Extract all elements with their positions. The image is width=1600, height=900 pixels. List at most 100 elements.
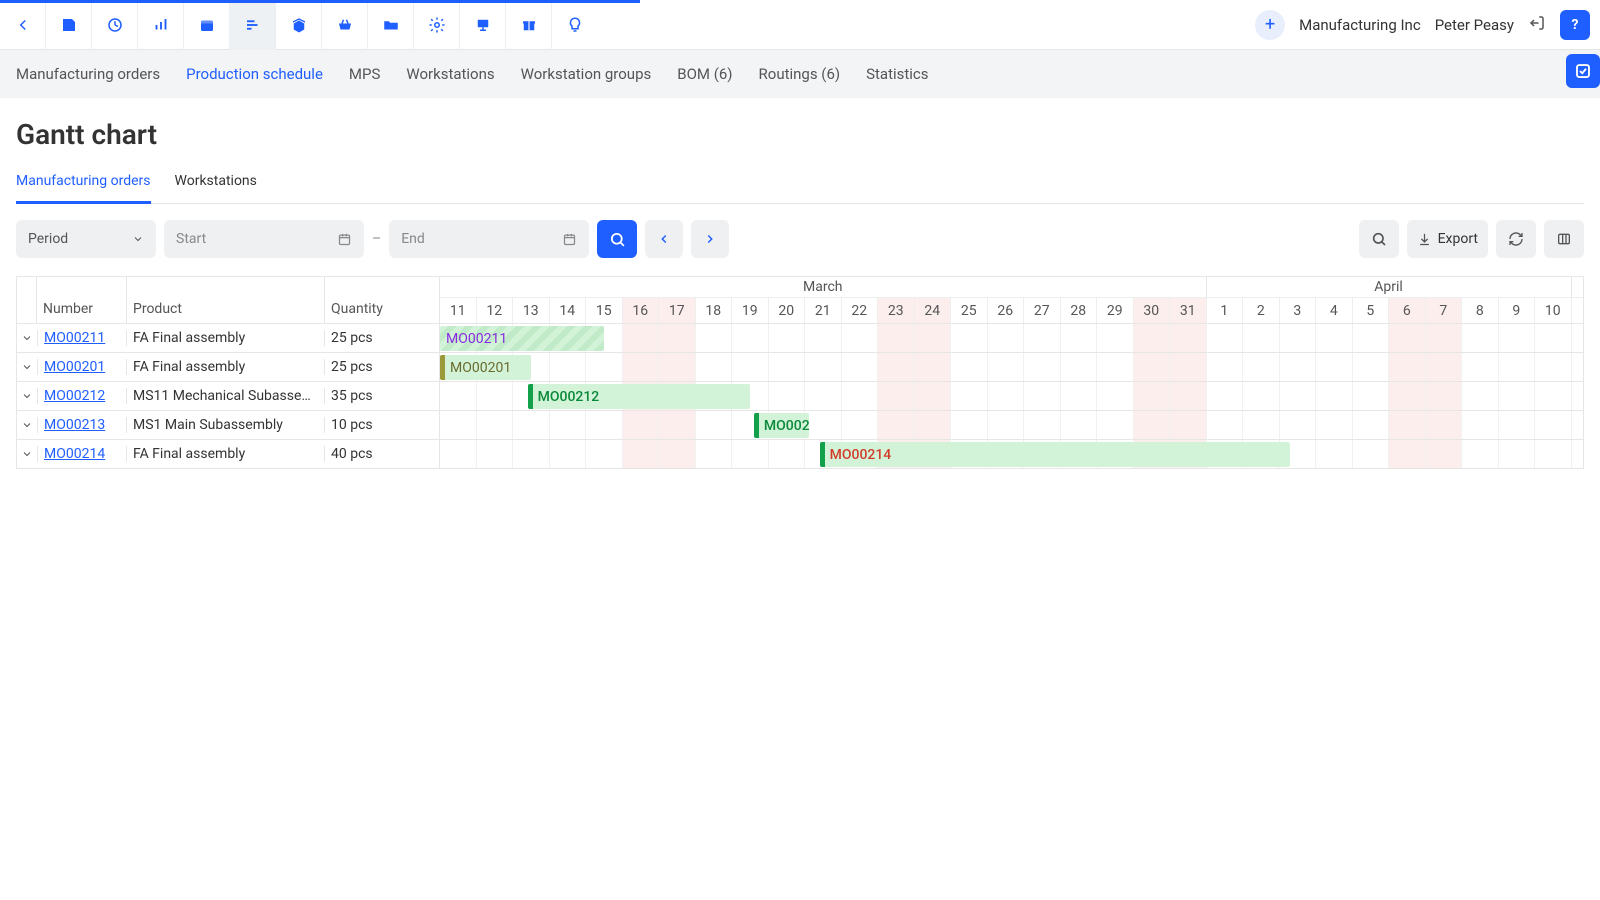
gantt-bar[interactable]: MO00213 (754, 413, 809, 438)
next-button[interactable] (691, 220, 729, 258)
gift-icon[interactable] (506, 0, 552, 50)
folder-icon[interactable] (368, 0, 414, 50)
end-date-input[interactable]: End (389, 220, 589, 258)
gantt-bar[interactable]: MO00212 (528, 384, 751, 409)
dashboard-icon[interactable] (92, 0, 138, 50)
day-header: 16 (623, 298, 660, 323)
expand-toggle[interactable] (17, 419, 37, 431)
calendar-icon (562, 232, 577, 247)
qty-cell: 40 pcs (325, 446, 439, 462)
start-placeholder: Start (176, 231, 206, 247)
tasks-floating-button[interactable] (1566, 54, 1600, 88)
day-header: 23 (878, 298, 915, 323)
gantt-left-panel: Number Product Quantity MO00211 FA Final… (17, 277, 440, 468)
gantt-bar-label: MO00201 (450, 360, 511, 376)
chevron-down-icon (132, 233, 144, 245)
prev-button[interactable] (645, 220, 683, 258)
day-header: 11 (440, 298, 477, 323)
page-title: Gantt chart (16, 118, 1584, 151)
back-button[interactable] (0, 0, 46, 50)
refresh-button[interactable] (1496, 220, 1536, 258)
day-header: 27 (1024, 298, 1061, 323)
order-link[interactable]: MO00213 (44, 417, 105, 433)
day-header: 28 (1061, 298, 1098, 323)
expand-toggle[interactable] (17, 361, 37, 373)
calendar-icon[interactable] (184, 0, 230, 50)
day-header: 12 (477, 298, 514, 323)
day-header: 24 (915, 298, 952, 323)
day-header: 20 (769, 298, 806, 323)
gantt-row: MO00201 (440, 352, 1583, 381)
product-cell: FA Final assembly (127, 330, 325, 346)
order-link[interactable]: MO00211 (44, 330, 105, 346)
logout-icon[interactable] (1528, 14, 1546, 36)
product-cell: MS1 Main Subassembly (127, 417, 325, 433)
display-icon[interactable] (460, 0, 506, 50)
inventory-icon[interactable] (276, 0, 322, 50)
subnav-item[interactable]: Manufacturing orders (16, 65, 160, 83)
expand-toggle[interactable] (17, 332, 37, 344)
search-button[interactable] (597, 220, 637, 258)
export-button[interactable]: Export (1407, 220, 1488, 258)
top-toolbar: + Manufacturing Inc Peter Peasy ? (0, 0, 1600, 50)
gantt-row: MO00212 (440, 381, 1583, 410)
month-header: March (440, 277, 1207, 297)
day-header: 10 (1535, 298, 1572, 323)
day-header: 1 (1207, 298, 1244, 323)
subnav-item[interactable]: MPS (349, 65, 380, 83)
day-header: 17 (659, 298, 696, 323)
day-header: 31 (1170, 298, 1207, 323)
order-link[interactable]: MO00214 (44, 446, 105, 462)
gantt-icon[interactable] (230, 0, 276, 50)
subnav-item[interactable]: Workstations (406, 65, 494, 83)
subnav-item[interactable]: Workstation groups (521, 65, 652, 83)
qty-cell: 10 pcs (325, 417, 439, 433)
start-date-input[interactable]: Start (164, 220, 364, 258)
qty-cell: 25 pcs (325, 359, 439, 375)
day-header: 29 (1097, 298, 1134, 323)
order-link[interactable]: MO00201 (44, 359, 105, 375)
period-dropdown[interactable]: Period (16, 220, 156, 258)
gantt-bar-label: MO00211 (446, 331, 507, 347)
table-row: MO00213 MS1 Main Subassembly 10 pcs (17, 410, 439, 439)
gantt-row: MO00214 (440, 439, 1583, 468)
subnav-item[interactable]: Statistics (866, 65, 928, 83)
gantt-bar-label: MO00214 (830, 447, 892, 463)
user-name[interactable]: Peter Peasy (1435, 16, 1514, 34)
col-header-product: Product (127, 277, 325, 323)
logo-icon[interactable] (46, 0, 92, 50)
expand-toggle[interactable] (17, 448, 37, 460)
basket-icon[interactable] (322, 0, 368, 50)
subnav-item[interactable]: BOM (6) (677, 65, 732, 83)
columns-button[interactable] (1544, 220, 1584, 258)
gantt-right-panel: MarchApril 11121314151617181920212223242… (440, 277, 1583, 468)
expand-toggle[interactable] (17, 390, 37, 402)
month-header: April (1207, 277, 1572, 297)
gantt-bar[interactable]: MO00211 (440, 326, 604, 351)
subnav-item[interactable]: Routings (6) (759, 65, 841, 83)
add-button[interactable]: + (1255, 10, 1285, 40)
tab[interactable]: Manufacturing orders (16, 165, 151, 204)
table-row: MO00212 MS11 Mechanical Subassembly 35 p… (17, 381, 439, 410)
day-header: 14 (550, 298, 587, 323)
company-name[interactable]: Manufacturing Inc (1299, 16, 1421, 34)
settings-icon[interactable] (414, 0, 460, 50)
gantt-bar[interactable]: MO00214 (820, 442, 1291, 467)
order-link[interactable]: MO00212 (44, 388, 105, 404)
day-header: 21 (805, 298, 842, 323)
page-tabs: Manufacturing orders Workstations (16, 165, 1584, 204)
gantt-row: MO00211 (440, 323, 1583, 352)
filter-bar: Period Start – End Export (0, 220, 1600, 258)
help-button[interactable]: ? (1560, 10, 1590, 40)
idea-icon[interactable] (552, 0, 598, 50)
search-toggle-button[interactable] (1359, 220, 1399, 258)
gantt-bar[interactable]: MO00201 (440, 355, 531, 380)
end-placeholder: End (401, 231, 425, 247)
day-header: 2 (1243, 298, 1280, 323)
reports-icon[interactable] (138, 0, 184, 50)
date-range-separator: – (372, 231, 381, 247)
tab[interactable]: Workstations (175, 165, 257, 203)
gantt-row: MO00213 (440, 410, 1583, 439)
gantt-left-header: Number Product Quantity (17, 277, 439, 323)
subnav-item[interactable]: Production schedule (186, 65, 323, 83)
